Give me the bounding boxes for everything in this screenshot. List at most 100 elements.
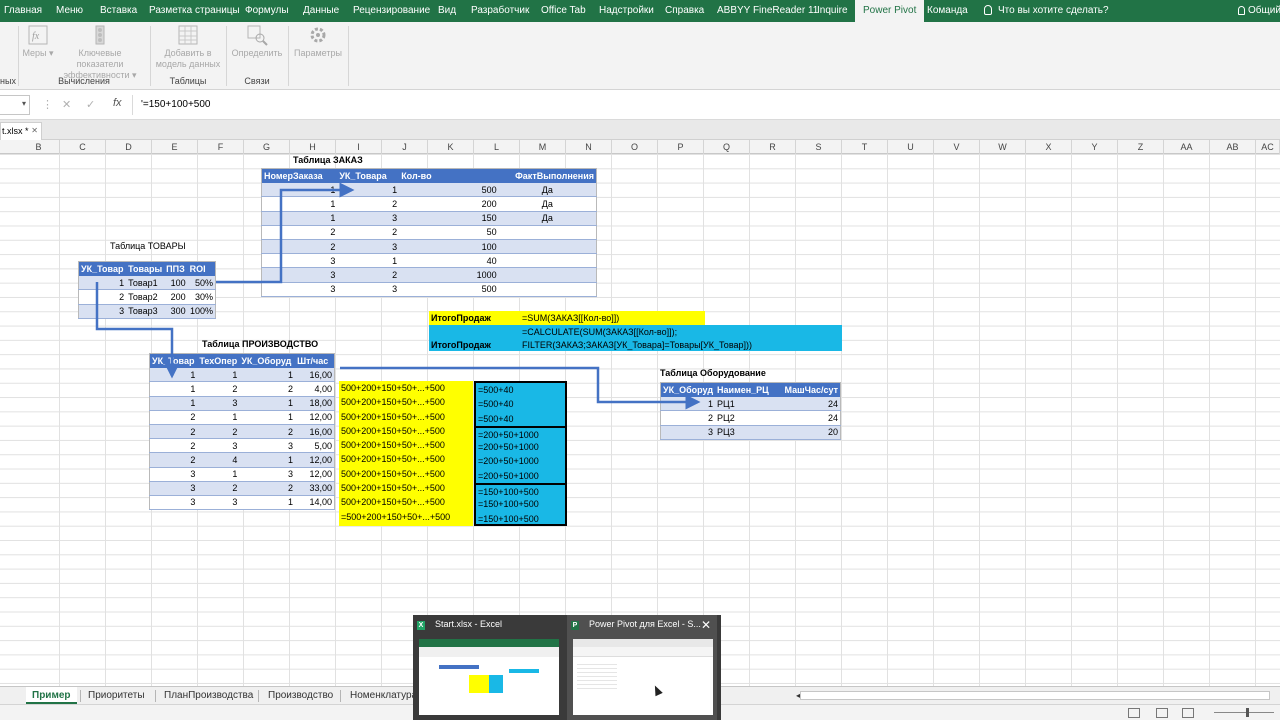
close-icon[interactable]: ✕ [31,123,38,139]
tab-formulas[interactable]: Формулы [245,0,289,22]
scroll-left-icon[interactable] [0,687,20,704]
table-row[interactable]: 1 3 150 Да [261,211,597,226]
table-cell[interactable]: 14,00 [295,495,335,511]
table-cell[interactable] [498,225,597,240]
table-cell[interactable] [399,239,451,255]
table-oborudovanie[interactable]: УК_Оборуд Наимен_РЦ МашЧас/сут 1 РЦ1 24 2 РЦ… [660,382,841,440]
formula-cell[interactable]: 500+200+150+50+...+500 [339,395,473,409]
table-cell[interactable]: 1 [660,396,716,412]
col-header[interactable]: Шт/час [295,353,335,368]
table-row[interactable]: 3 3 1 14,00 [149,495,335,511]
table-cell[interactable]: 12,00 [295,410,335,425]
table-cell[interactable]: 3 [261,267,338,283]
formula-cell[interactable]: 500+200+150+50+...+500 [339,495,473,509]
table-cell[interactable]: 3 [149,495,198,511]
column-header[interactable]: O [612,140,658,154]
table-cell[interactable] [498,239,597,255]
formula-cell[interactable]: =500+200+150+50+...+500 [339,510,473,524]
column-header[interactable]: J [382,140,428,154]
table-cell[interactable]: 1 [197,367,240,383]
table-row[interactable]: 1 3 1 18,00 [149,396,335,411]
table-cell[interactable] [399,182,451,198]
column-header[interactable]: M [520,140,566,154]
share-button[interactable]: Общий [1238,0,1280,22]
column-header[interactable]: W [980,140,1026,154]
more-dots-icon[interactable]: ⋮ [42,98,53,111]
table-cell[interactable]: 50 [450,225,499,240]
formula-cell[interactable]: 500+200+150+50+...+500 [339,467,473,481]
table-cell[interactable]: 2 [337,225,400,240]
table-cell[interactable]: 2 [239,481,296,496]
table-cell[interactable]: 2 [261,239,338,255]
table-cell[interactable]: 2 [149,424,198,440]
page-break-view-icon[interactable] [1182,708,1194,718]
table-cell[interactable]: Товар3 [126,304,165,319]
table-row[interactable]: 1 1 500 Да [261,182,597,198]
table-cell[interactable]: 2 [239,424,296,440]
table-cell[interactable]: 4,00 [295,381,335,397]
tab-page-layout[interactable]: Разметка страницы [149,0,240,22]
table-cell[interactable]: 30% [187,289,216,305]
cancel-icon[interactable]: ✕ [62,98,71,111]
column-header[interactable]: N [566,140,612,154]
column-header[interactable]: Q [704,140,750,154]
table-cell[interactable] [399,196,451,212]
table-cell[interactable]: 100 [450,239,499,255]
table-cell[interactable] [399,267,451,283]
table-cell[interactable] [399,211,451,226]
table-cell[interactable]: 3 [261,253,338,269]
table-row[interactable]: 3 2 1000 [261,267,597,283]
column-header[interactable]: D [106,140,152,154]
table-cell[interactable]: 150 [450,211,499,226]
table-cell[interactable]: 1000 [450,267,499,283]
col-header[interactable]: ФактВыполнения [498,168,597,183]
tab-home[interactable]: Главная [4,0,42,22]
col-header[interactable]: ППЗ [164,261,188,276]
table-cell[interactable]: 3 [197,438,240,454]
table-cell[interactable]: 50% [187,275,216,291]
tab-review[interactable]: Рецензирование [353,0,430,22]
col-header[interactable]: УК_Товара [337,168,400,183]
table-cell[interactable] [498,253,597,269]
table-row[interactable]: 2 3 100 [261,239,597,255]
column-header[interactable]: AA [1164,140,1210,154]
preview-excel[interactable]: X Start.xlsx - Excel [413,615,563,720]
settings-button[interactable]: Параметры [292,24,344,59]
table-cell[interactable]: 1 [261,211,338,226]
table-cell[interactable]: 1 [149,381,198,397]
itogo-row-2[interactable]: =CALCULATE(SUM(ЗАКАЗ[[Кол-во]]); ИтогоПр… [429,325,842,351]
column-header[interactable]: K [428,140,474,154]
table-row[interactable]: 3 1 40 [261,253,597,269]
table-cell[interactable]: 1 [337,253,400,269]
table-tovary[interactable]: УК_Товар Товары ППЗ ROI 1 Товар1 100 50% 2 То… [78,261,216,319]
table-row[interactable]: 2 РЦ2 24 [660,410,841,426]
tell-me-search[interactable]: Что вы хотите сделать? [984,0,1109,22]
column-header[interactable]: T [842,140,888,154]
formula-cell[interactable]: 500+200+150+50+...+500 [339,424,473,438]
table-cell[interactable]: 100 [164,275,188,291]
table-cell[interactable]: 2 [149,410,198,425]
formula-cell[interactable]: =150+100+500 [476,483,565,497]
table-cell[interactable]: 3 [337,211,400,226]
col-header[interactable]: МашЧас/сут [782,382,841,397]
column-header[interactable]: P [658,140,704,154]
table-cell[interactable] [498,267,597,283]
sheet-tab-primer[interactable]: Пример [26,687,77,704]
table-cell[interactable]: 2 [197,381,240,397]
formula-cell[interactable]: =200+50+1000 [476,440,565,454]
table-row[interactable]: 1 РЦ1 24 [660,396,841,412]
table-cell[interactable]: 1 [239,495,296,511]
table-cell[interactable]: 4 [197,452,240,468]
column-header[interactable]: R [750,140,796,154]
table-cell[interactable]: 1 [197,467,240,482]
table-cell[interactable]: 1 [149,367,198,383]
table-cell[interactable]: 2 [197,481,240,496]
column-header[interactable]: S [796,140,842,154]
table-cell[interactable] [399,225,451,240]
table-cell[interactable]: 40 [450,253,499,269]
table-proizvodstvo[interactable]: УК_Товар ТехОпер УК_Оборуд Шт/час 1 1 1 16,… [149,353,335,511]
col-header[interactable]: Кол-во [399,168,451,183]
formula-cell[interactable]: =200+50+1000 [476,454,565,468]
col-header[interactable]: НомерЗаказа [261,168,338,183]
chevron-down-icon[interactable]: ▾ [22,99,26,108]
